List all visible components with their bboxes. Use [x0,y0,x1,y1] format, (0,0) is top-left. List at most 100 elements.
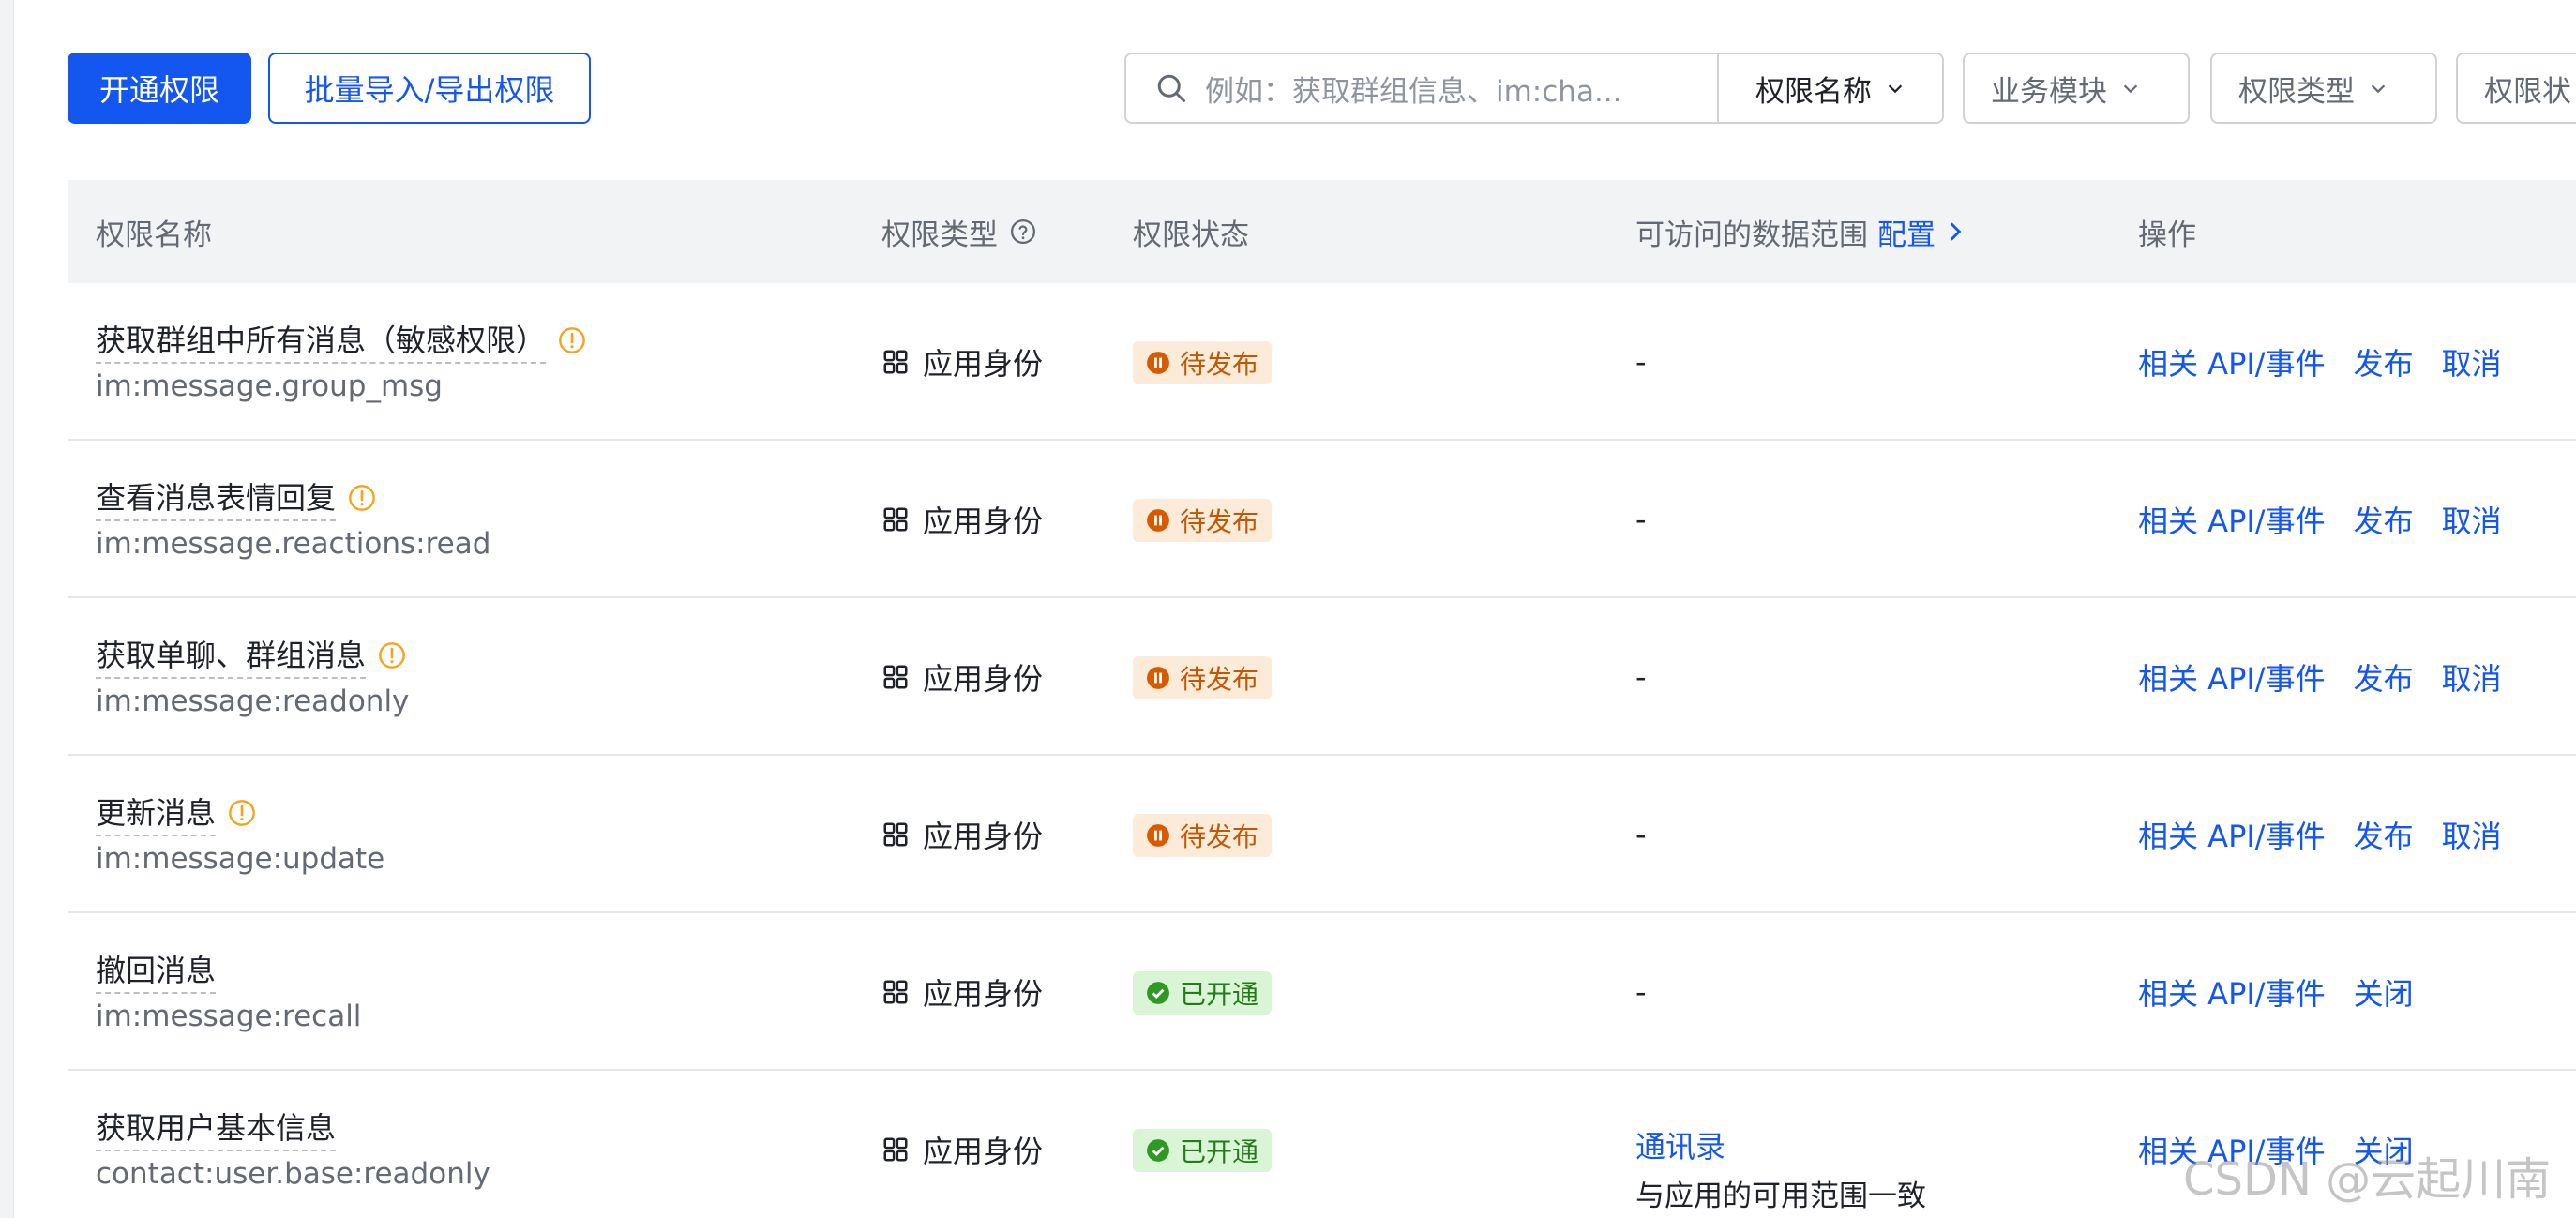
warning-icon[interactable] [557,325,587,355]
permission-type-label: 权限类型 [2238,74,2355,109]
permission-code: im:message:update [96,842,385,876]
permission-name-text[interactable]: 获取用户基本信息 [96,1105,337,1151]
permission-type: 应用身份 [881,756,1043,913]
permission-type-text: 应用身份 [923,976,1044,1012]
row-actions: 相关 API/事件 发布 取消 [2138,441,2530,598]
scope-description: 与应用的可用范围一致 [1635,1180,1926,1213]
row-actions: 相关 API/事件 发布 取消 [2138,756,2530,913]
related-api-link[interactable]: 相关 API/事件 [2138,340,2326,383]
scope-value: - [1635,659,1647,695]
action-link-1[interactable]: 发布 [2354,813,2414,856]
table-header: 权限名称 权限类型 权限状态 可访问的数据范围 配置 操作 [68,180,2576,283]
related-api-link[interactable]: 相关 API/事件 [2138,813,2326,856]
related-api-link[interactable]: 相关 API/事件 [2138,655,2326,699]
warning-icon[interactable] [347,483,377,513]
table-row: 更新消息 im:message:update 应用身份 待发布 - 相关 API/事件 发布… [68,756,2576,913]
action-link-1[interactable]: 发布 [2354,340,2414,383]
permission-type: 应用身份 [881,283,1043,441]
search-icon [1157,74,1185,102]
related-api-link[interactable]: 相关 API/事件 [2138,970,2326,1014]
warning-icon[interactable] [227,798,257,828]
scope-link[interactable]: 通讯录 [1635,1123,1725,1166]
row-actions: 相关 API/事件 关闭 [2138,913,2442,1071]
permission-name-text[interactable]: 查看消息表情回复 [96,474,337,521]
action-link-2[interactable]: 取消 [2442,813,2502,856]
search-field-label: 权限名称 [1755,74,1872,109]
help-icon[interactable] [1009,218,1037,246]
permission-name-text[interactable]: 获取单聊、群组消息 [96,632,367,679]
action-link-1[interactable]: 发布 [2354,655,2414,699]
header-status: 权限状态 [1133,218,1249,252]
scope-value: - [1635,817,1647,852]
permission-status-filter[interactable]: 权限状 [2456,53,2576,124]
app-grid-icon [883,822,908,847]
batch-import-export-button[interactable]: 批量导入/导出权限 [268,53,591,124]
left-panel-edge [0,0,14,1218]
header-type-label: 权限类型 [881,218,998,252]
search-box[interactable]: 例如：获取群组信息、im:cha... 权限名称 [1124,53,1944,124]
warning-icon[interactable] [377,640,407,670]
pause-circle-icon [1147,352,1169,374]
pause-circle-icon [1147,509,1169,532]
scope-config-link[interactable]: 配置 [1877,211,1967,253]
status-text: 已开通 [1180,979,1259,1010]
search-input[interactable]: 例如：获取群组信息、im:cha... [1205,68,1674,110]
chevron-down-icon [1888,84,1903,94]
enable-permission-button[interactable]: 开通权限 [68,53,251,124]
permission-type-text: 应用身份 [923,1134,1044,1169]
row-actions: 相关 API/事件 发布 取消 [2138,598,2530,756]
business-module-filter[interactable]: 业务模块 [1963,53,2190,124]
permission-code: im:message.group_msg [96,369,443,403]
action-link-1[interactable]: 关闭 [2354,970,2414,1014]
permission-name-text[interactable]: 获取群组中所有消息（敏感权限） [96,317,547,364]
permissions-page: 开通权限 批量导入/导出权限 例如：获取群组信息、im:cha... 权限名称 … [0,0,2576,1218]
search-field-select[interactable]: 权限名称 [1719,54,1942,122]
permission-code: im:message:recall [96,1000,362,1033]
app-grid-icon [883,665,908,689]
permission-type: 应用身份 [881,1071,1043,1218]
permission-type-text: 应用身份 [923,346,1044,382]
status-badge: 待发布 [1133,814,1273,857]
action-link-1[interactable]: 发布 [2354,498,2414,541]
app-grid-icon [883,350,908,374]
scope-value: - [1635,502,1647,537]
permission-name: 查看消息表情回复 [96,474,377,521]
permission-code: contact:user.base:readonly [96,1157,490,1191]
check-circle-icon [1147,982,1169,1004]
business-module-label: 业务模块 [1991,74,2107,109]
header-scope: 可访问的数据范围 配置 [1635,180,1967,283]
status-text: 已开通 [1180,1136,1259,1167]
status-badge: 已开通 [1133,1129,1273,1172]
status-text: 待发布 [1180,349,1259,380]
permission-type-filter[interactable]: 权限类型 [2210,53,2437,124]
permission-name: 获取单聊、群组消息 [96,632,407,679]
app-grid-icon [883,980,908,1004]
chevron-down-icon [2371,84,2386,94]
permission-name: 更新消息 [96,789,257,836]
status-badge: 已开通 [1133,971,1273,1015]
related-api-link[interactable]: 相关 API/事件 [2138,498,2326,541]
permission-type: 应用身份 [881,441,1043,598]
scope-value: - [1635,344,1647,380]
watermark: CSDN @云起川南 [2183,1153,2552,1206]
pause-circle-icon [1147,667,1169,689]
table-row: 查看消息表情回复 im:message.reactions:read 应用身份 待发布… [68,441,2576,598]
check-circle-icon [1147,1139,1169,1162]
table-row: 撤回消息 im:message:recall 应用身份 已开通 - 相关 API/事件 关闭 [68,913,2576,1071]
table-row: 获取单聊、群组消息 im:message:readonly 应用身份 待发布 - 相关 A… [68,598,2576,756]
permission-type: 应用身份 [881,913,1043,1071]
scope-config-label: 配置 [1877,218,1936,252]
permission-type-text: 应用身份 [923,661,1044,697]
action-link-2[interactable]: 取消 [2442,340,2502,383]
app-grid-icon [883,507,908,532]
scope-value: - [1635,974,1647,1010]
permission-name-text[interactable]: 更新消息 [96,789,217,836]
row-actions: 相关 API/事件 发布 取消 [2138,283,2530,441]
status-text: 待发布 [1180,664,1259,695]
action-link-2[interactable]: 取消 [2442,498,2502,541]
permission-name: 撤回消息 [96,947,217,994]
permission-name-text[interactable]: 撤回消息 [96,947,217,994]
permission-name: 获取用户基本信息 [96,1105,337,1151]
permission-type: 应用身份 [881,598,1043,756]
action-link-2[interactable]: 取消 [2442,655,2502,699]
